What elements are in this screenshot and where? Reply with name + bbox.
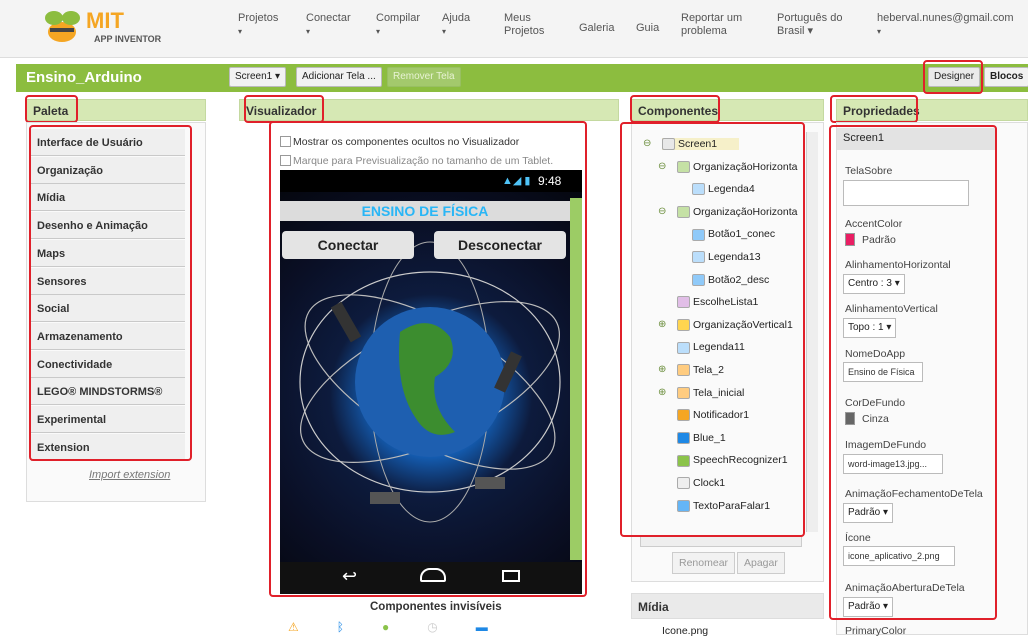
- prop-primary-label: PrimaryColor: [845, 625, 907, 637]
- brand-subtitle: APP INVENTOR: [94, 34, 162, 44]
- highlight-palette-title: [25, 95, 78, 123]
- menu-conectar[interactable]: Conectar ▾: [306, 12, 351, 38]
- menu-idioma[interactable]: Português do Brasil ▾: [777, 12, 849, 38]
- screen-select[interactable]: Screen1 ▾: [229, 67, 287, 87]
- menu-guia[interactable]: Guia: [636, 22, 659, 35]
- app-inventor-logo[interactable]: MIT APP INVENTOR: [40, 6, 180, 50]
- clock-icon: ◷: [427, 620, 438, 634]
- highlight-properties-title: [830, 95, 918, 123]
- menu-galeria[interactable]: Galeria: [579, 22, 614, 35]
- project-toolbar: [16, 64, 1028, 92]
- menu-meus-projetos[interactable]: Meus Projetos: [504, 12, 554, 38]
- bluetooth-icon: ᛒ: [336, 620, 344, 634]
- project-name: Ensino_Arduino: [26, 69, 142, 86]
- highlight-viewer: [269, 121, 587, 597]
- import-extension-link[interactable]: Import extension: [89, 469, 170, 481]
- bee-logo-icon: [45, 11, 80, 42]
- remove-screen-button[interactable]: Remover Tela: [387, 67, 461, 87]
- menu-compilar[interactable]: Compilar ▾: [376, 12, 420, 38]
- menu-user-account[interactable]: heberval.nunes@gmail.com ▾: [877, 12, 1014, 38]
- menu-projetos[interactable]: Projetos ▾: [238, 12, 278, 38]
- highlight-properties: [829, 125, 997, 620]
- notifier-icon: ⚠: [288, 620, 299, 634]
- menu-reportar[interactable]: Reportar um problema: [681, 12, 751, 38]
- highlight-viewer-title: [244, 95, 324, 123]
- delete-button[interactable]: Apagar: [737, 552, 785, 574]
- top-menu-bar: MIT APP INVENTOR Projetos ▾ Conectar ▾ Com…: [0, 0, 1028, 58]
- invisible-components-title: Componentes invisíveis: [370, 601, 502, 613]
- media-item[interactable]: Icone.png: [662, 625, 708, 637]
- rename-button[interactable]: Renomear: [672, 552, 736, 574]
- components-scrollbar[interactable]: [806, 132, 818, 532]
- add-screen-button[interactable]: Adicionar Tela ...: [296, 67, 382, 87]
- highlight-designer: [923, 60, 983, 94]
- speech-icon: ●: [381, 620, 390, 634]
- blocks-button[interactable]: Blocos: [984, 67, 1028, 87]
- highlight-palette-list: [29, 125, 192, 461]
- brand-mit: MIT: [86, 8, 124, 33]
- menu-ajuda[interactable]: Ajuda ▾: [442, 12, 470, 38]
- invisible-components-icons: ⚠ ᛒ ● ◷ ▬: [288, 620, 488, 634]
- media-header: Mídia: [631, 593, 824, 619]
- highlight-components-title: [630, 95, 720, 123]
- tts-icon: ▬: [475, 620, 488, 634]
- highlight-components: [620, 122, 805, 537]
